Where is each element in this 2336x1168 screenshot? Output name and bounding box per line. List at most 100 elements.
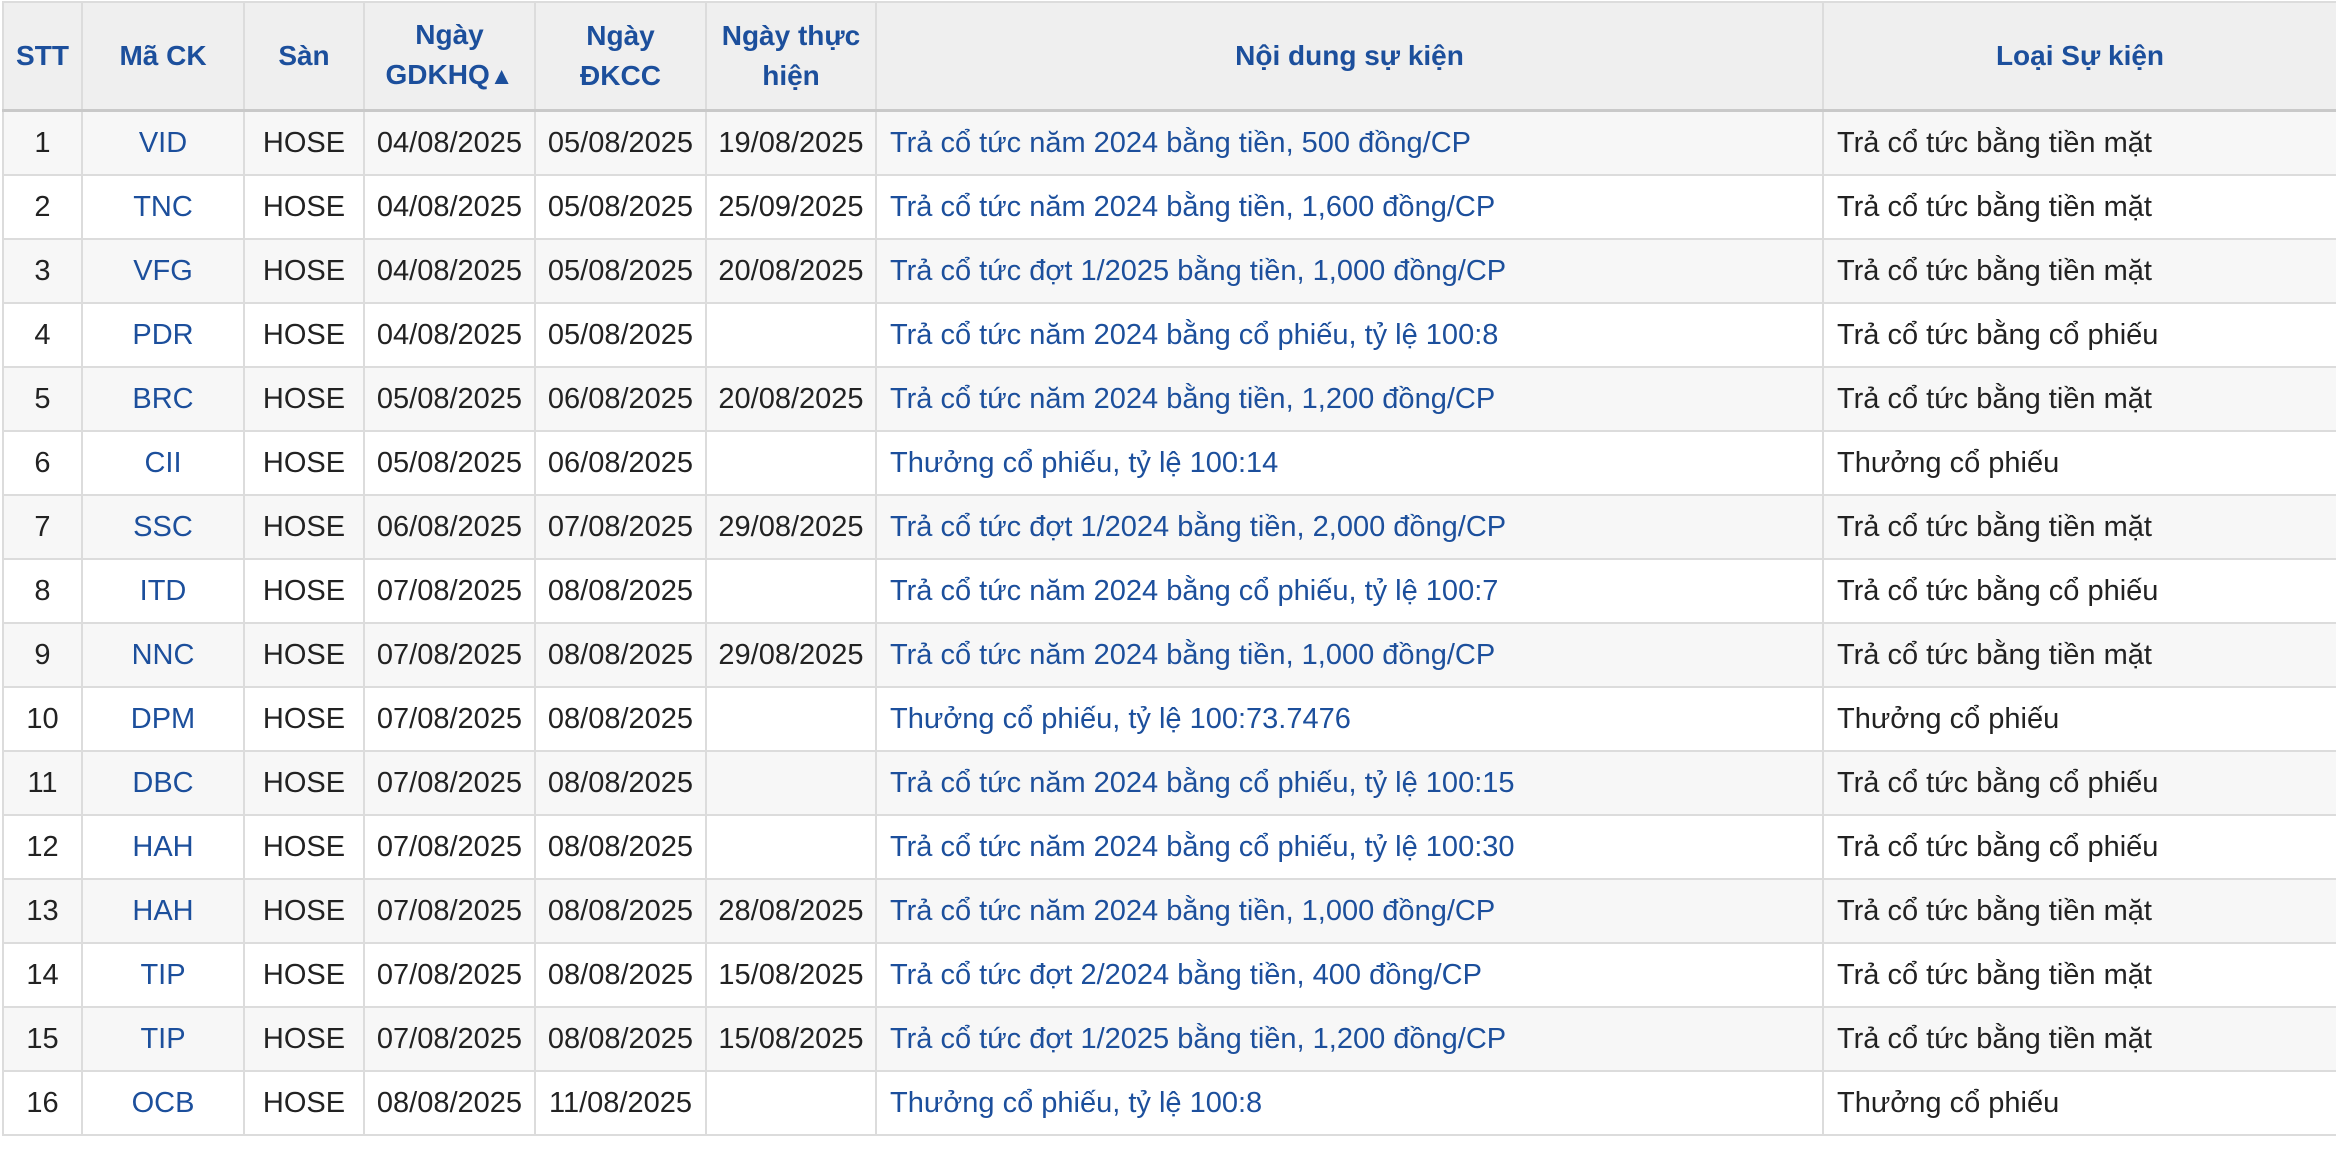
cell-ex-date: 07/08/2025 (363, 878, 536, 944)
event-content-link[interactable]: Trả cổ tức đợt 1/2025 bằng tiền, 1,200 đ… (875, 1006, 1824, 1072)
header-event-type[interactable]: Loại Sự kiện (1822, 1, 2336, 112)
header-record-date[interactable]: Ngày ĐKCC (534, 1, 707, 112)
event-content-link[interactable]: Trả cổ tức năm 2024 bằng cổ phiếu, tỷ lệ… (875, 558, 1824, 624)
cell-ex-date: 04/08/2025 (363, 238, 536, 304)
table-row: 11 DBC HOSE 07/08/2025 08/08/2025 Trả cổ… (2, 750, 2336, 816)
table-row: 9 NNC HOSE 07/08/2025 08/08/2025 29/08/2… (2, 622, 2336, 688)
cell-record-date: 08/08/2025 (534, 750, 707, 816)
event-content-link[interactable]: Trả cổ tức năm 2024 bằng tiền, 1,000 đồn… (875, 878, 1824, 944)
cell-exchange: HOSE (243, 109, 365, 176)
cell-event-type: Thưởng cổ phiếu (1822, 686, 2336, 752)
stock-code-link[interactable]: OCB (81, 1070, 245, 1136)
cell-event-type: Trả cổ tức bằng cổ phiếu (1822, 558, 2336, 624)
cell-exchange: HOSE (243, 814, 365, 880)
cell-stt: 1 (2, 109, 83, 176)
cell-event-type: Thưởng cổ phiếu (1822, 430, 2336, 496)
table-row: 14 TIP HOSE 07/08/2025 08/08/2025 15/08/… (2, 942, 2336, 1008)
cell-event-type: Trả cổ tức bằng cổ phiếu (1822, 302, 2336, 368)
header-ex-date[interactable]: Ngày GDKHQ▲ (363, 1, 536, 112)
cell-stt: 2 (2, 174, 83, 240)
cell-event-type: Trả cổ tức bằng tiền mặt (1822, 238, 2336, 304)
stock-code-link[interactable]: VID (81, 109, 245, 176)
cell-record-date: 05/08/2025 (534, 174, 707, 240)
cell-pay-date: 15/08/2025 (705, 1006, 877, 1072)
cell-record-date: 05/08/2025 (534, 109, 707, 176)
cell-pay-date: 20/08/2025 (705, 366, 877, 432)
header-code-label: Mã CK (119, 40, 207, 71)
event-content-link[interactable]: Trả cổ tức năm 2024 bằng cổ phiếu, tỷ lệ… (875, 750, 1824, 816)
cell-ex-date: 07/08/2025 (363, 686, 536, 752)
header-content[interactable]: Nội dung sự kiện (875, 1, 1824, 112)
cell-ex-date: 04/08/2025 (363, 302, 536, 368)
stock-code-link[interactable]: BRC (81, 366, 245, 432)
header-stt[interactable]: STT (2, 1, 83, 112)
stock-code-link[interactable]: DBC (81, 750, 245, 816)
event-content-link[interactable]: Trả cổ tức năm 2024 bằng cổ phiếu, tỷ lệ… (875, 302, 1824, 368)
stock-code-link[interactable]: PDR (81, 302, 245, 368)
cell-record-date: 11/08/2025 (534, 1070, 707, 1136)
table-row: 7 SSC HOSE 06/08/2025 07/08/2025 29/08/2… (2, 494, 2336, 560)
cell-event-type: Trả cổ tức bằng tiền mặt (1822, 1006, 2336, 1072)
event-content-link[interactable]: Trả cổ tức năm 2024 bằng cổ phiếu, tỷ lệ… (875, 814, 1824, 880)
cell-stt: 3 (2, 238, 83, 304)
event-content-link[interactable]: Trả cổ tức năm 2024 bằng tiền, 500 đồng/… (875, 109, 1824, 176)
cell-ex-date: 07/08/2025 (363, 942, 536, 1008)
header-exchange[interactable]: Sàn (243, 1, 365, 112)
cell-record-date: 06/08/2025 (534, 366, 707, 432)
cell-event-type: Trả cổ tức bằng tiền mặt (1822, 878, 2336, 944)
stock-code-link[interactable]: TIP (81, 1006, 245, 1072)
event-content-link[interactable]: Trả cổ tức đợt 1/2024 bằng tiền, 2,000 đ… (875, 494, 1824, 560)
event-content-link[interactable]: Thưởng cổ phiếu, tỷ lệ 100:8 (875, 1070, 1824, 1136)
cell-event-type: Trả cổ tức bằng tiền mặt (1822, 942, 2336, 1008)
cell-record-date: 05/08/2025 (534, 238, 707, 304)
cell-ex-date: 07/08/2025 (363, 750, 536, 816)
cell-pay-date (705, 750, 877, 816)
event-content-link[interactable]: Thưởng cổ phiếu, tỷ lệ 100:73.7476 (875, 686, 1824, 752)
header-ex-date-line2: GDKHQ (385, 59, 490, 90)
cell-stt: 12 (2, 814, 83, 880)
header-ex-date-line1: Ngày (415, 19, 484, 50)
event-content-link[interactable]: Trả cổ tức năm 2024 bằng tiền, 1,200 đồn… (875, 366, 1824, 432)
stock-code-link[interactable]: TNC (81, 174, 245, 240)
cell-stt: 14 (2, 942, 83, 1008)
stock-code-link[interactable]: DPM (81, 686, 245, 752)
stock-code-link[interactable]: SSC (81, 494, 245, 560)
cell-event-type: Trả cổ tức bằng cổ phiếu (1822, 750, 2336, 816)
header-pay-date[interactable]: Ngày thực hiện (705, 1, 877, 112)
cell-exchange: HOSE (243, 302, 365, 368)
header-event-type-label: Loại Sự kiện (1995, 40, 2165, 71)
cell-stt: 6 (2, 430, 83, 496)
cell-event-type: Trả cổ tức bằng tiền mặt (1822, 109, 2336, 176)
cell-event-type: Trả cổ tức bằng tiền mặt (1822, 366, 2336, 432)
event-content-link[interactable]: Trả cổ tức năm 2024 bằng tiền, 1,600 đồn… (875, 174, 1824, 240)
table-row: 6 CII HOSE 05/08/2025 06/08/2025 Thưởng … (2, 430, 2336, 496)
header-code[interactable]: Mã CK (81, 1, 245, 112)
header-record-date-line2: ĐKCC (580, 60, 661, 91)
cell-record-date: 05/08/2025 (534, 302, 707, 368)
cell-exchange: HOSE (243, 558, 365, 624)
table-row: 2 TNC HOSE 04/08/2025 05/08/2025 25/09/2… (2, 174, 2336, 240)
stock-code-link[interactable]: HAH (81, 814, 245, 880)
event-content-link[interactable]: Thưởng cổ phiếu, tỷ lệ 100:14 (875, 430, 1824, 496)
cell-record-date: 08/08/2025 (534, 814, 707, 880)
cell-record-date: 08/08/2025 (534, 558, 707, 624)
cell-stt: 15 (2, 1006, 83, 1072)
event-content-link[interactable]: Trả cổ tức đợt 1/2025 bằng tiền, 1,000 đ… (875, 238, 1824, 304)
cell-pay-date (705, 686, 877, 752)
stock-code-link[interactable]: NNC (81, 622, 245, 688)
cell-pay-date: 28/08/2025 (705, 878, 877, 944)
cell-exchange: HOSE (243, 1070, 365, 1136)
event-content-link[interactable]: Trả cổ tức đợt 2/2024 bằng tiền, 400 đồn… (875, 942, 1824, 1008)
stock-code-link[interactable]: VFG (81, 238, 245, 304)
cell-exchange: HOSE (243, 1006, 365, 1072)
cell-record-date: 08/08/2025 (534, 686, 707, 752)
stock-code-link[interactable]: ITD (81, 558, 245, 624)
cell-pay-date (705, 814, 877, 880)
table-row: 8 ITD HOSE 07/08/2025 08/08/2025 Trả cổ … (2, 558, 2336, 624)
stock-code-link[interactable]: CII (81, 430, 245, 496)
cell-stt: 4 (2, 302, 83, 368)
stock-code-link[interactable]: HAH (81, 878, 245, 944)
header-exchange-label: Sàn (278, 40, 330, 71)
stock-code-link[interactable]: TIP (81, 942, 245, 1008)
event-content-link[interactable]: Trả cổ tức năm 2024 bằng tiền, 1,000 đồn… (875, 622, 1824, 688)
